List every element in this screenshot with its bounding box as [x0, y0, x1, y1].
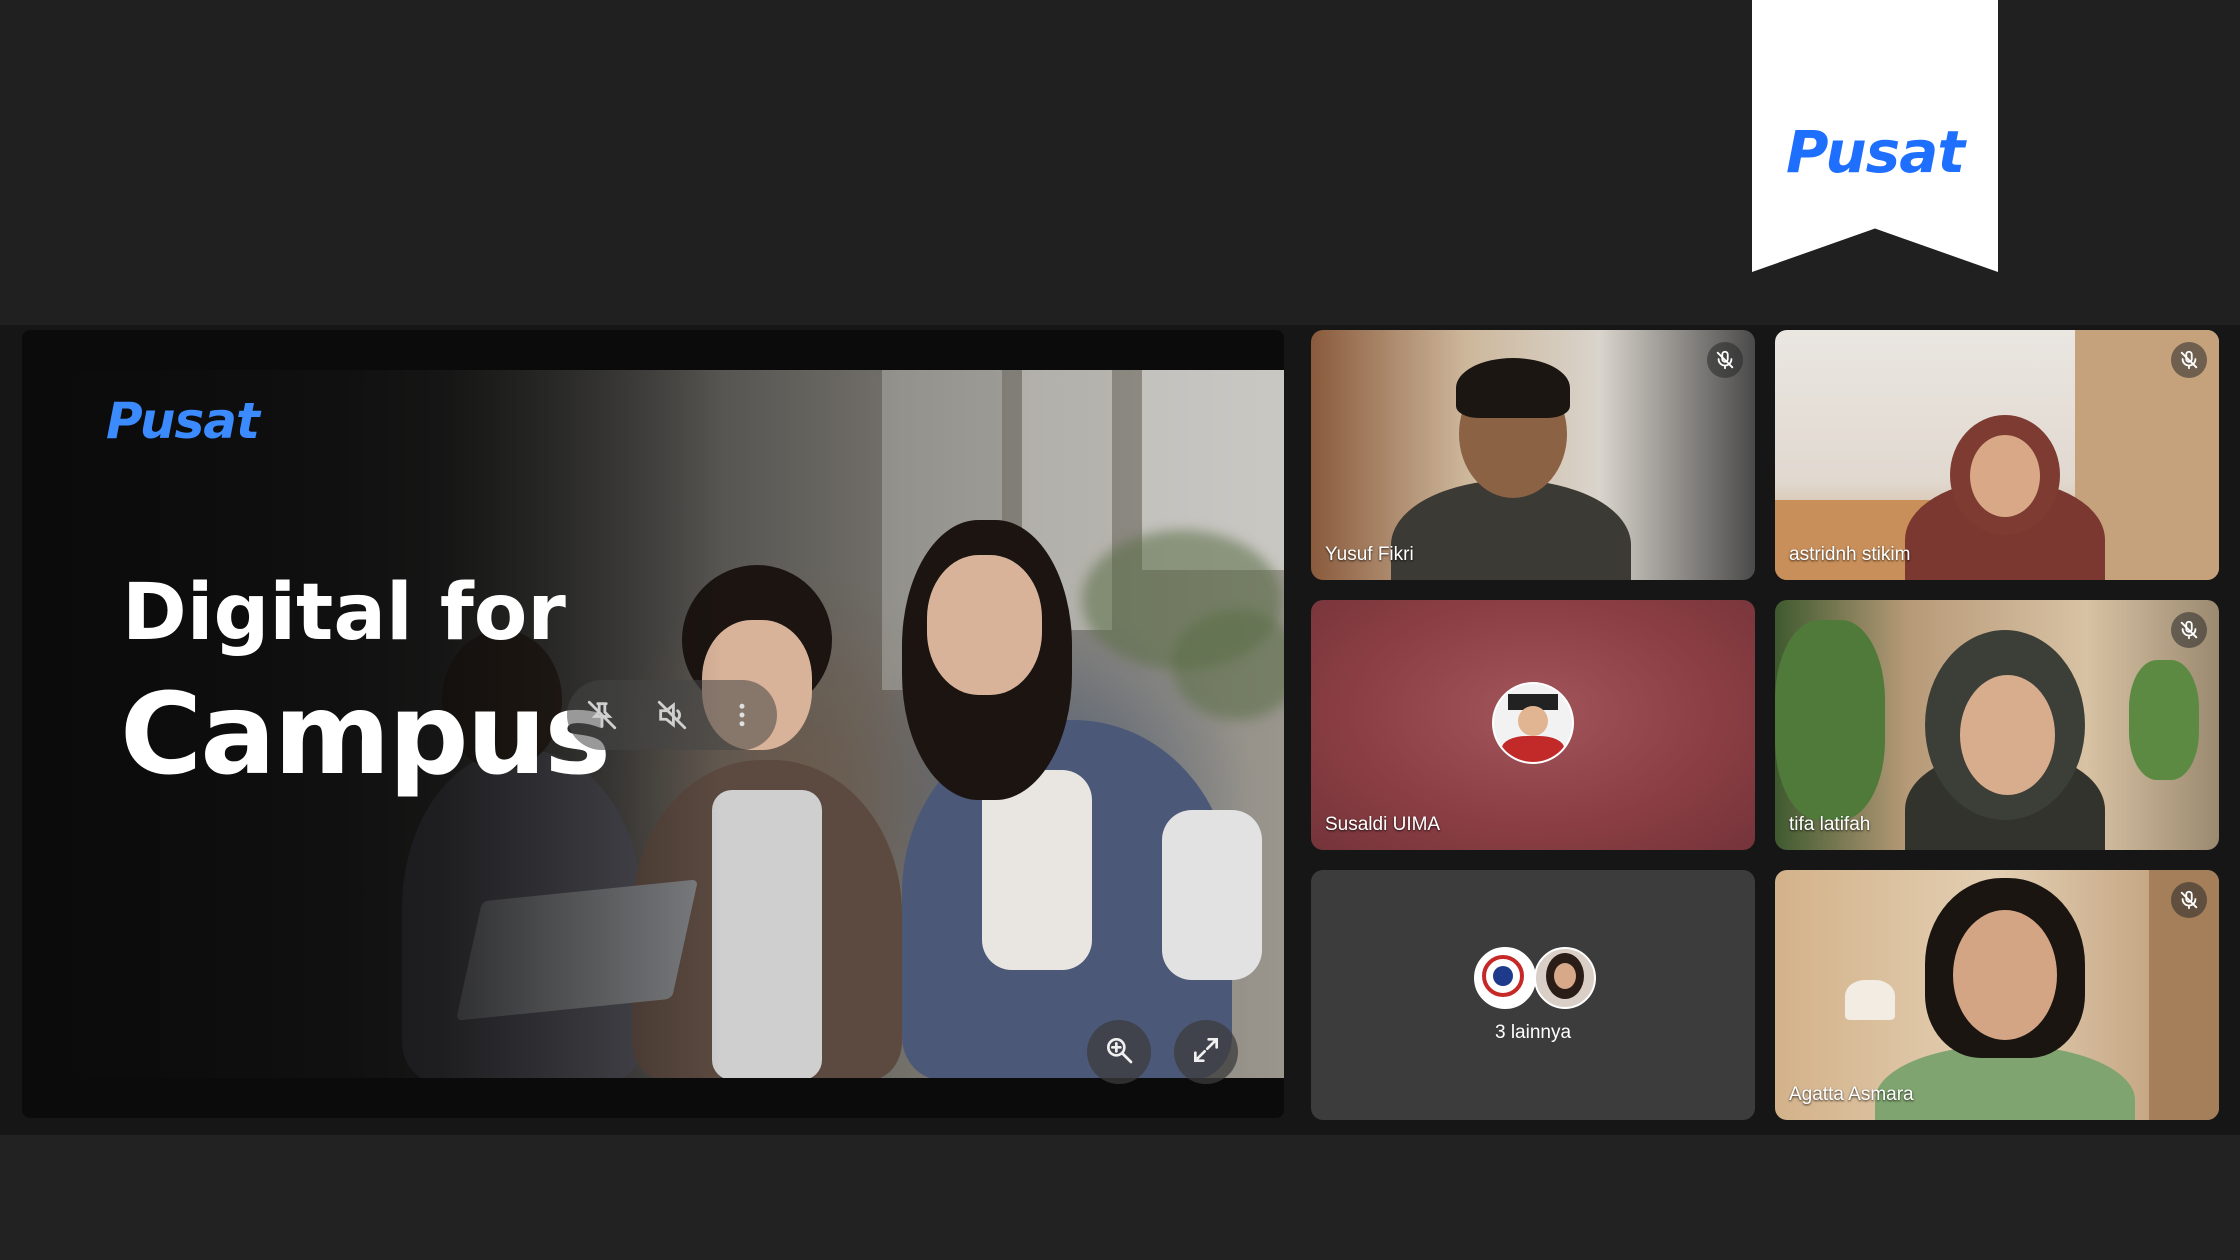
participant-tile[interactable]: tifa latifah: [1775, 600, 2219, 850]
slide-student-right-shirt: [982, 770, 1092, 970]
participant-avatar: [1492, 682, 1574, 764]
fullscreen-icon: [1190, 1034, 1222, 1071]
participant-video-plant: [2129, 660, 2199, 780]
others-avatar-person: [1534, 947, 1596, 1009]
avatar-face: [1554, 963, 1576, 989]
participant-video-face: [1960, 675, 2055, 795]
more-vert-icon[interactable]: [720, 693, 764, 737]
participant-video-plant: [1775, 620, 1885, 820]
participant-tile[interactable]: Yusuf Fikri: [1311, 330, 1755, 580]
bottom-background: [0, 1135, 2240, 1260]
mic-off-icon: [2171, 882, 2207, 918]
participant-video-face: [1970, 435, 2040, 517]
participant-name: astridnh stikim: [1789, 544, 1911, 565]
slide-logo: Pusat: [106, 392, 260, 450]
avatar-gown: [1502, 736, 1564, 762]
participant-video-hair: [1456, 358, 1570, 418]
participant-name: Agatta Asmara: [1789, 1084, 1914, 1105]
avatar-face: [1518, 706, 1548, 736]
fullscreen-button[interactable]: [1174, 1020, 1238, 1084]
brand-logo: Pusat: [1785, 118, 1965, 186]
participant-tile[interactable]: Agatta Asmara: [1775, 870, 2219, 1120]
presenter-overlay-toolbar: [567, 680, 777, 750]
others-avatar-university: [1474, 947, 1536, 1009]
participant-name: Susaldi UIMA: [1325, 814, 1441, 835]
mic-off-icon: [2171, 612, 2207, 648]
mic-off-icon: [1707, 342, 1743, 378]
participant-video-face: [1953, 910, 2057, 1040]
participant-video-lamp: [1845, 980, 1895, 1020]
pin-off-icon[interactable]: [580, 693, 624, 737]
speaker-off-icon[interactable]: [650, 693, 694, 737]
participant-name: tifa latifah: [1789, 814, 1871, 835]
zoom-in-icon: [1103, 1034, 1135, 1071]
slide-student-middle-shirt: [712, 790, 822, 1078]
participant-name: Yusuf Fikri: [1325, 544, 1414, 565]
participant-tile[interactable]: astridnh stikim: [1775, 330, 2219, 580]
avatar-seal-core: [1493, 966, 1513, 986]
mic-off-icon: [2171, 342, 2207, 378]
slide-student-right-face: [927, 555, 1042, 695]
participant-tile[interactable]: Susaldi UIMA: [1311, 600, 1755, 850]
zoom-in-button[interactable]: [1087, 1020, 1151, 1084]
presentation-stage[interactable]: Pusat Digital for Campus: [22, 330, 1284, 1118]
slide-backpack: [1162, 810, 1262, 980]
others-tile[interactable]: 3 lainnya: [1311, 870, 1755, 1120]
slide-headline-line1: Digital for: [122, 568, 566, 658]
others-count-label: 3 lainnya: [1494, 1022, 1572, 1043]
slide-foliage: [1172, 610, 1284, 720]
slide-headline-line2: Campus: [120, 670, 611, 800]
